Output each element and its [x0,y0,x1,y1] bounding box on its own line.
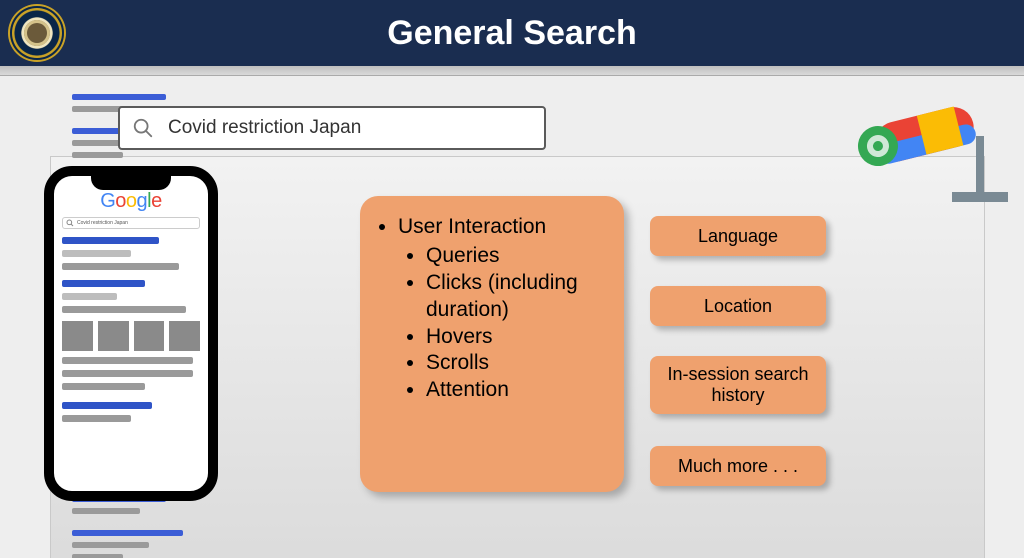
slide-stage: Covid restriction Japan Google Covid res… [0,76,1024,558]
phone-mockup: Google Covid restriction Japan [44,166,218,501]
phone-image-grid [62,321,200,351]
slide-title: General Search [0,14,1024,53]
search-history-box: In-session search history [650,356,826,414]
serp-skeleton-bottom [72,496,242,558]
google-logo: Google [62,190,200,213]
interaction-item: Hovers [426,324,610,351]
phone-notch [91,174,171,190]
phone-search-icon [66,219,74,227]
language-box: Language [650,216,826,256]
surveillance-camera-icon [856,92,1016,232]
header-bar: General Search [0,0,1024,66]
phone-search-bar: Covid restriction Japan [62,217,200,229]
user-interaction-box: User Interaction Queries Clicks (includi… [360,196,624,492]
interaction-item: Clicks (including duration) [426,270,610,324]
interaction-item: Attention [426,377,610,404]
interaction-item: Queries [426,243,610,270]
search-bar[interactable]: Covid restriction Japan [118,106,546,150]
location-box: Location [650,286,826,326]
header-underline [0,66,1024,76]
phone-screen: Google Covid restriction Japan [62,190,200,481]
user-interaction-heading: User Interaction [398,215,546,238]
search-icon [132,117,154,139]
interaction-item: Scrolls [426,350,610,377]
search-query-text: Covid restriction Japan [168,117,361,139]
phone-search-text: Covid restriction Japan [77,220,128,226]
much-more-box: Much more . . . [650,446,826,486]
